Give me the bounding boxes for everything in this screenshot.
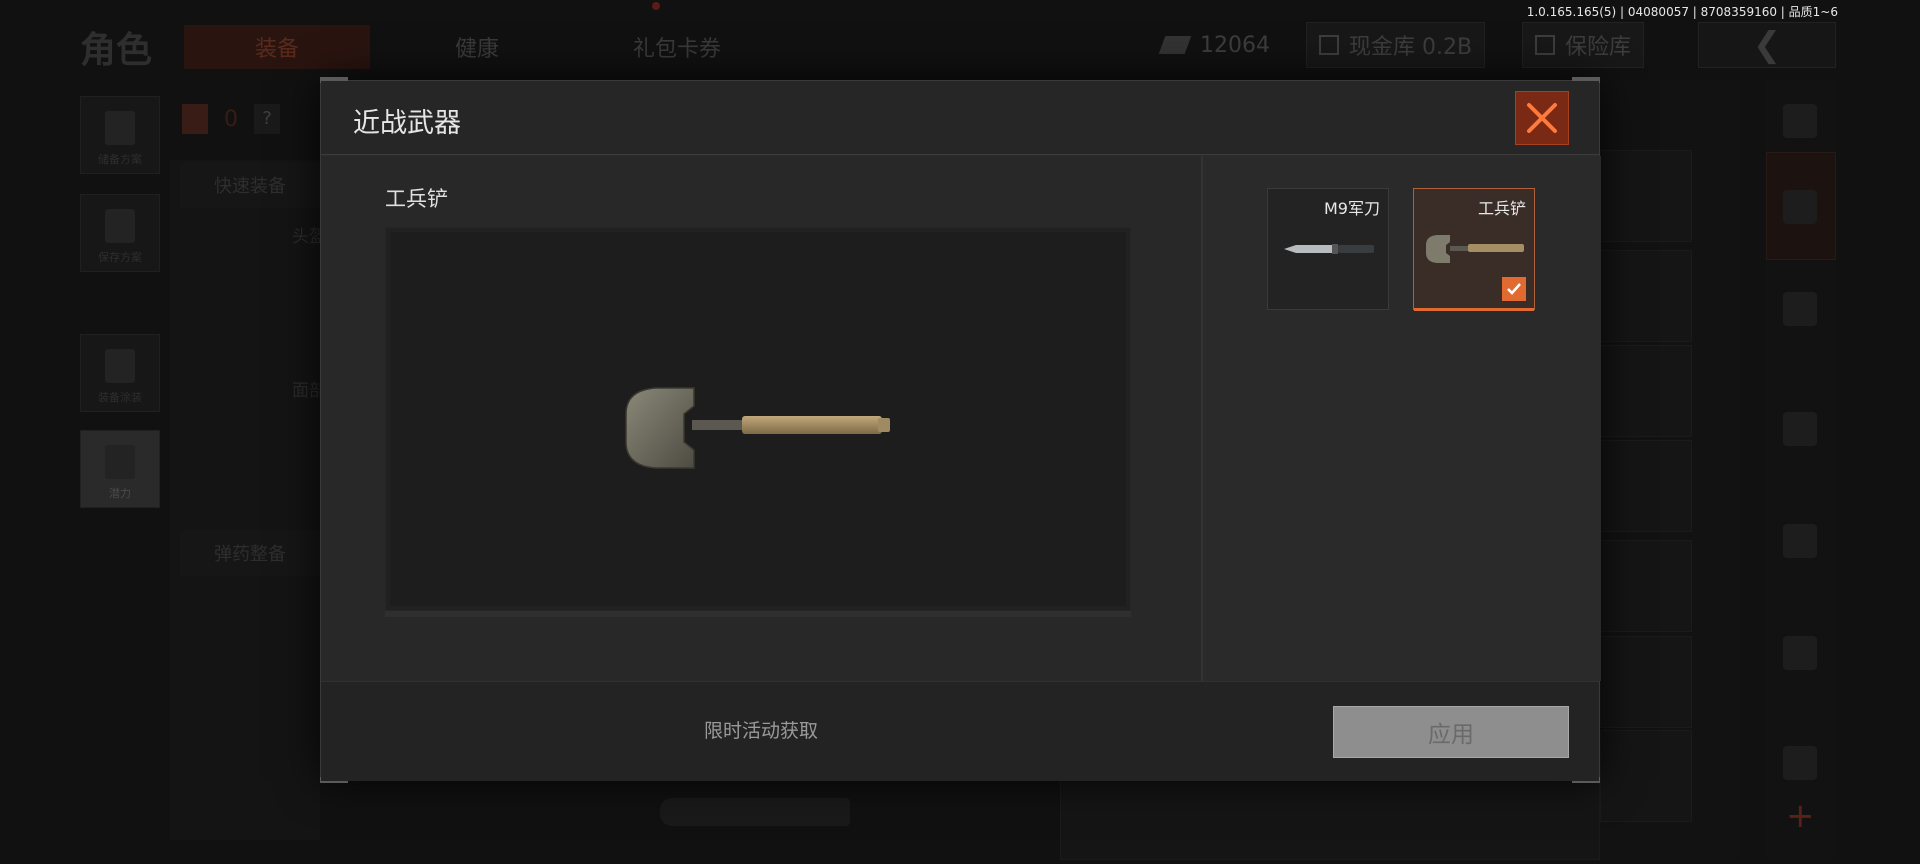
- tab-gift-cards[interactable]: 礼包卡券: [584, 25, 770, 69]
- close-button[interactable]: [1515, 91, 1569, 145]
- side-slot-label: 装备涂装: [98, 391, 142, 404]
- vault-icon: [1319, 35, 1339, 55]
- shovel-icon: [1426, 235, 1524, 263]
- selected-item-name: 工兵铲: [385, 187, 448, 211]
- tab-equipment[interactable]: 装备: [184, 25, 370, 69]
- page-title: 角色: [80, 30, 153, 71]
- safe-vault-label: 保险库: [1565, 35, 1632, 60]
- layers-icon[interactable]: [1783, 104, 1817, 138]
- rifle-icon[interactable]: [1783, 412, 1817, 446]
- quick-equip-button[interactable]: 快速装备: [180, 162, 320, 208]
- vest-status: 0 ?: [182, 104, 280, 134]
- side-slot-potential[interactable]: 潜力: [80, 430, 160, 508]
- version-text: 1.0.165.165(5) | 04080057 | 8708359160 |…: [1526, 5, 1838, 19]
- item-preview: [385, 227, 1131, 611]
- back-arrow-icon: ❮: [1752, 25, 1782, 65]
- preview-base: [385, 611, 1131, 617]
- dialog-header: 近战武器: [321, 81, 1599, 155]
- grid-item-grip[interactable]: [1600, 440, 1692, 532]
- ammo-manage-label: 弹药整备: [214, 544, 286, 565]
- quick-equip-label: 快速装备: [214, 176, 286, 197]
- grid-item-grip[interactable]: [1600, 345, 1692, 437]
- notification-dot: [652, 2, 660, 10]
- melee-weapon-dialog: 近战武器 工兵铲 M9军刀 工兵铲 限时活动获取 应用: [320, 77, 1601, 783]
- ammo-manage-button[interactable]: 弹药整备: [180, 530, 320, 576]
- download-icon: [105, 209, 135, 243]
- grid-item-grip[interactable]: [1600, 150, 1692, 242]
- selected-check-icon: [1502, 277, 1526, 301]
- apply-button[interactable]: 应用: [1333, 706, 1569, 758]
- side-slot-label: 储备方案: [98, 153, 142, 166]
- add-icon[interactable]: +: [1786, 796, 1815, 836]
- side-slot-reserve-plan[interactable]: 储备方案: [80, 96, 160, 174]
- option-label: M9军刀: [1324, 199, 1380, 218]
- cash-vault-label: 现金库 0.2B: [1349, 35, 1473, 60]
- safe-vault-button[interactable]: 保险库: [1522, 22, 1645, 68]
- gun-part-icon[interactable]: [1783, 746, 1817, 780]
- knife-icon: [1284, 244, 1374, 254]
- equipment-panel: [170, 160, 320, 840]
- side-slot-label: 潜力: [109, 487, 131, 500]
- vest-icon: [182, 104, 208, 134]
- side-slot-save-plan[interactable]: 保存方案: [80, 194, 160, 272]
- option-card-m9-knife[interactable]: M9军刀: [1267, 188, 1389, 310]
- knife-icon[interactable]: [1783, 636, 1817, 670]
- grid-item-grip[interactable]: [1600, 250, 1692, 342]
- grid-item-ammo[interactable]: [1600, 540, 1692, 632]
- option-label: 工兵铲: [1477, 199, 1526, 218]
- dialog-title: 近战武器: [353, 108, 461, 139]
- bullion-balance: 12064: [1158, 22, 1270, 68]
- help-icon[interactable]: ?: [254, 104, 280, 134]
- bullion-icon: [1158, 36, 1192, 54]
- vest-icon[interactable]: [1783, 292, 1817, 326]
- back-button[interactable]: ❮: [1698, 22, 1836, 68]
- tab-health[interactable]: 健康: [384, 25, 570, 69]
- side-slot-paint[interactable]: 装备涂装: [80, 334, 160, 412]
- grid-item-ammo[interactable]: [1600, 730, 1692, 822]
- shovel-icon: [625, 387, 890, 469]
- grid-row-ammo: [1060, 780, 1600, 860]
- acquire-hint: 限时活动获取: [703, 720, 818, 742]
- dialog-footer: 限时活动获取 应用: [321, 681, 1599, 781]
- close-icon: [1527, 103, 1557, 133]
- safe-icon: [1535, 35, 1555, 55]
- vest-icon: [105, 111, 135, 145]
- vest-count: 0: [224, 106, 238, 132]
- grid-item-ammo[interactable]: [1600, 636, 1692, 728]
- potential-icon: [105, 445, 135, 479]
- helmet-icon: [105, 349, 135, 383]
- stack-icon[interactable]: [1783, 190, 1817, 224]
- game-screen: 1.0.165.165(5) | 04080057 | 8708359160 |…: [0, 0, 1920, 864]
- cash-vault-button[interactable]: 现金库 0.2B: [1306, 22, 1486, 68]
- option-card-shovel[interactable]: 工兵铲: [1413, 188, 1535, 311]
- top-navigation: 角色 装备 健康 礼包卡券: [80, 22, 784, 72]
- shovel-icon: [660, 798, 850, 826]
- side-slot-label: 保存方案: [98, 251, 142, 264]
- bullion-amount: 12064: [1200, 32, 1270, 58]
- options-pane: [1203, 156, 1601, 681]
- magazine-icon[interactable]: [1783, 524, 1817, 558]
